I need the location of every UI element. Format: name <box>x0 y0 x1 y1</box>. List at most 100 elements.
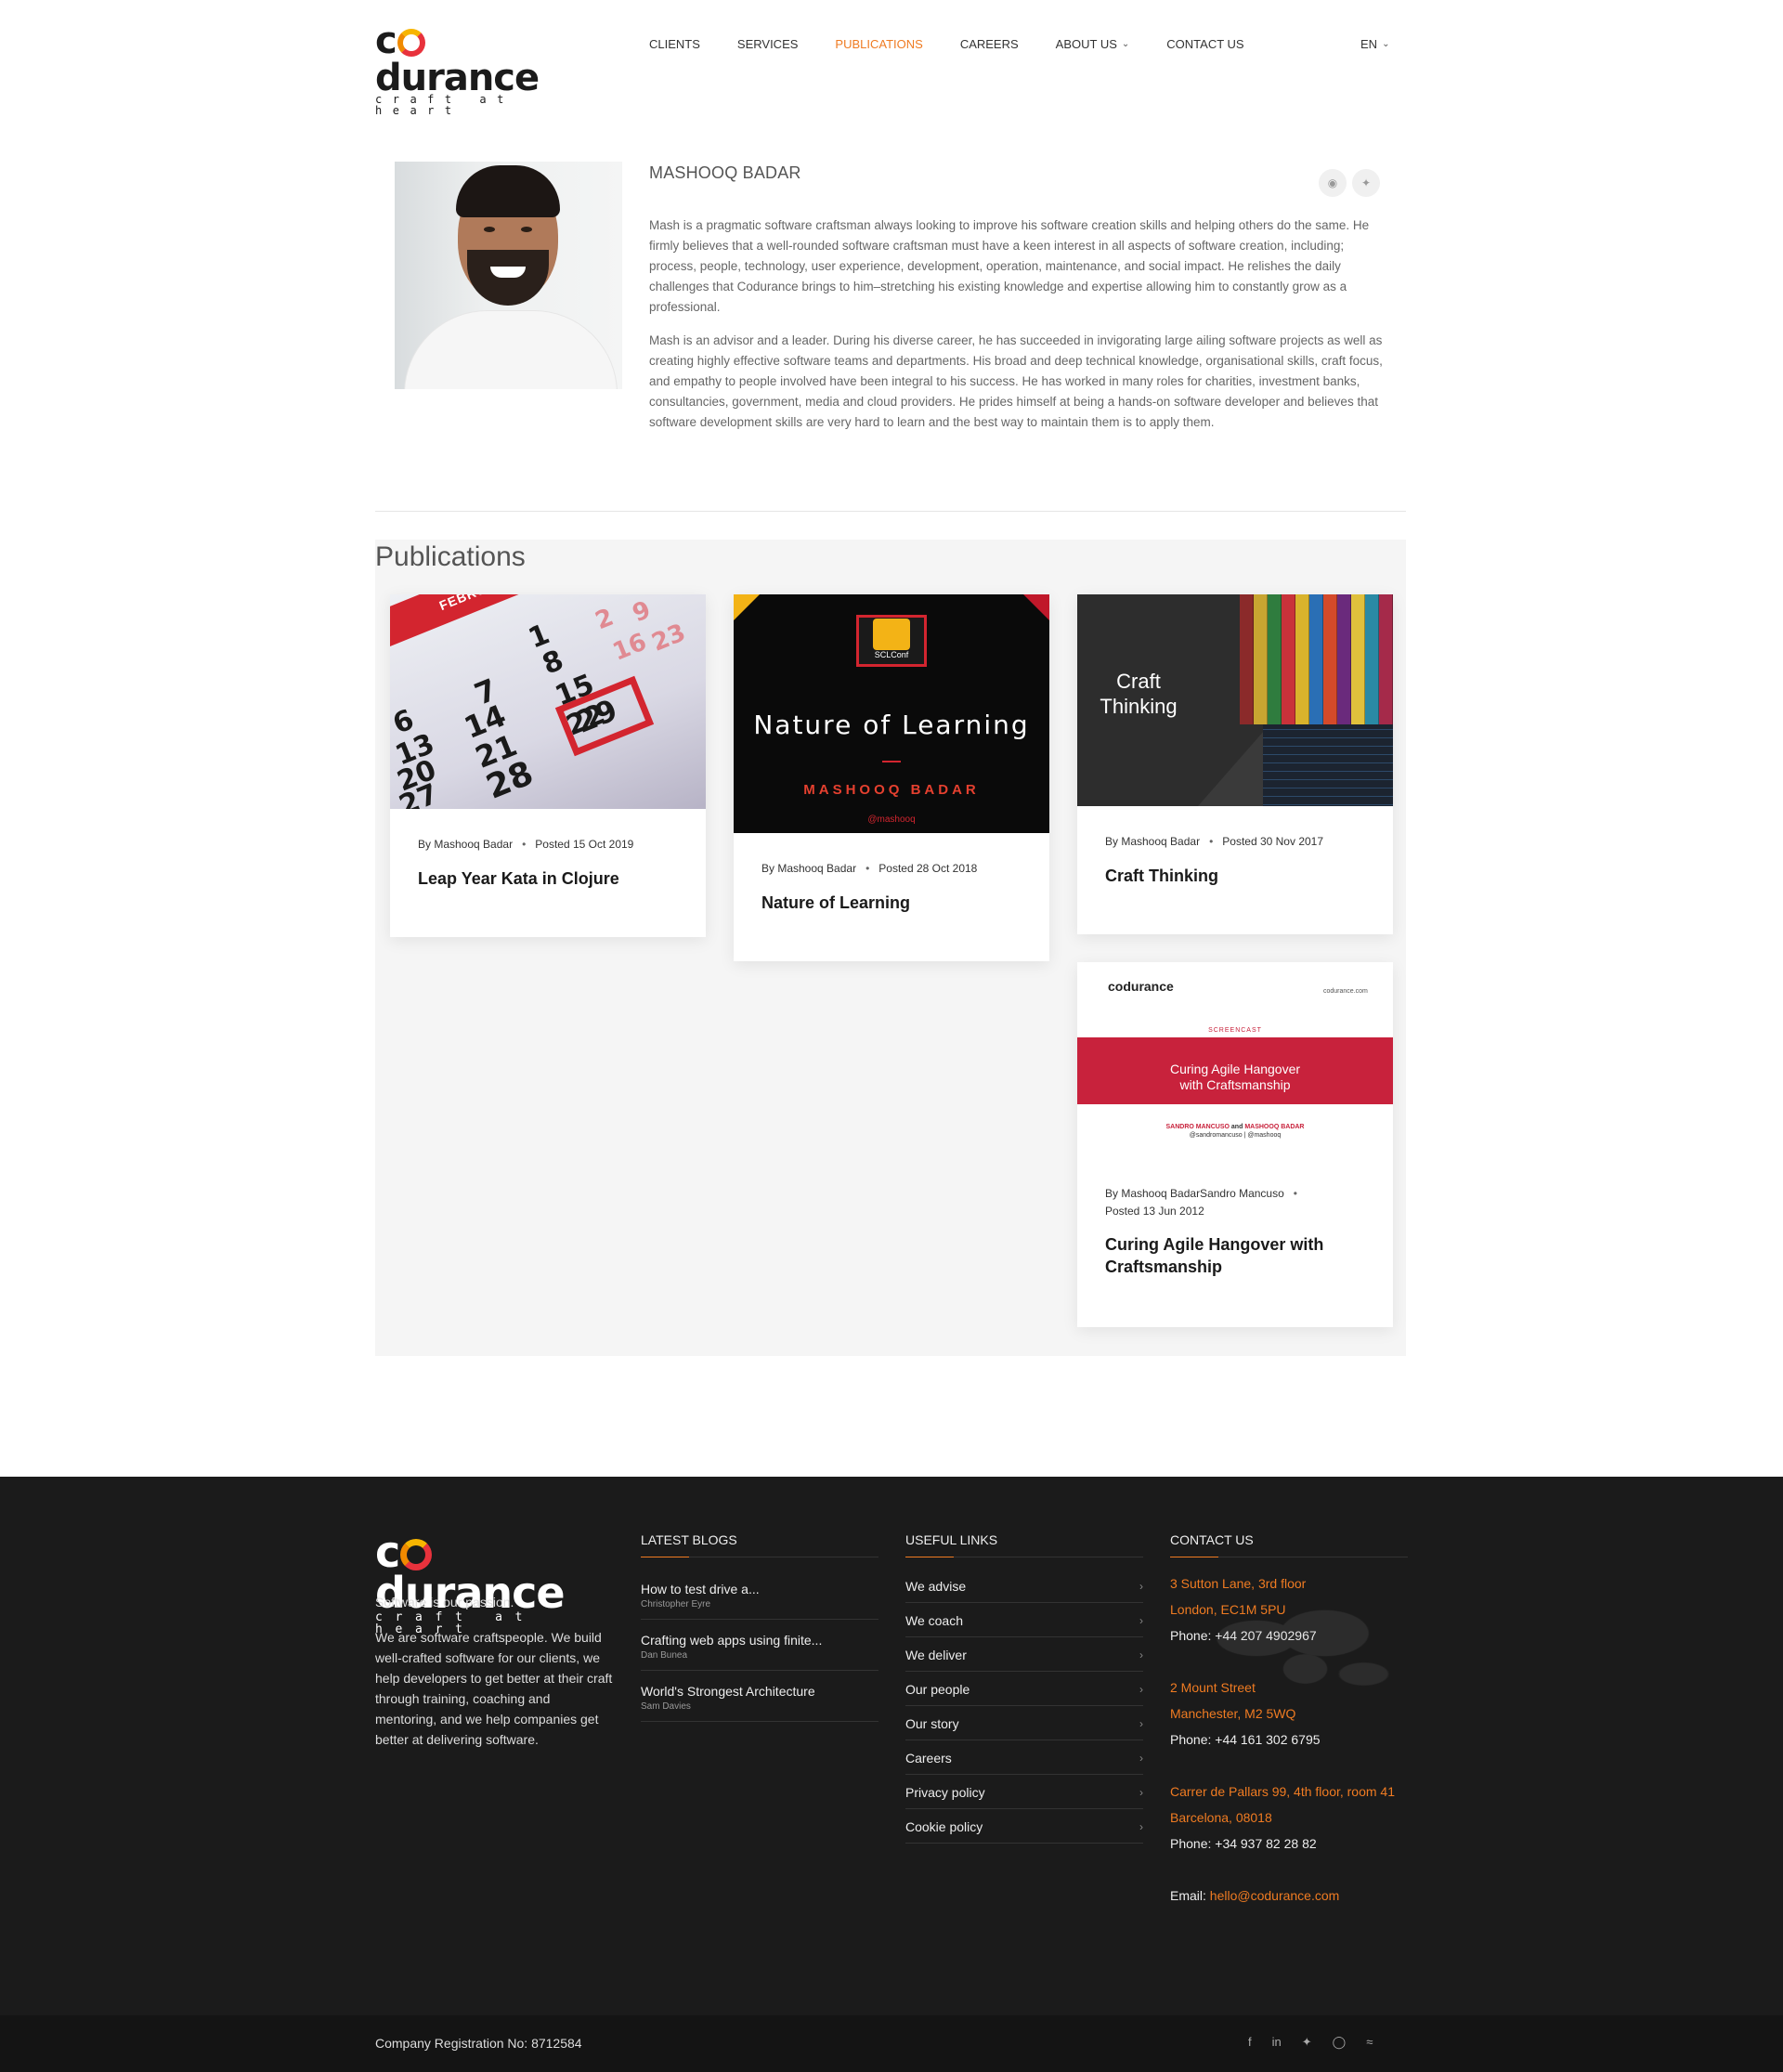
calendar-number: 8 <box>538 644 568 682</box>
contact-us: CONTACT US 3 Sutton Lane, 3rd floor Lond… <box>1170 1532 1408 1909</box>
card-date: Posted 30 Nov 2017 <box>1222 835 1324 848</box>
office-phone: Phone: +34 937 82 28 82 <box>1170 1836 1317 1851</box>
card-author: By Mashooq Badar <box>761 862 857 875</box>
footer-link-privacy-policy[interactable]: Privacy policy › <box>905 1775 1143 1809</box>
twitter-icon[interactable]: ✦ <box>1302 2034 1312 2051</box>
footer-logo[interactable]: cdurance craft at heart <box>375 1531 613 1635</box>
thumb-code-screen <box>1263 724 1393 806</box>
chevron-right-icon: › <box>1139 1580 1143 1593</box>
card-date: Posted 13 Jun 2012 <box>1105 1205 1204 1218</box>
publication-card[interactable]: codurance codurance.com SCREENCAST Curin… <box>1077 962 1393 1327</box>
nav-publications[interactable]: PUBLICATIONS <box>835 35 922 54</box>
blog-item[interactable]: How to test drive a... Christopher Eyre <box>641 1569 878 1620</box>
site-header: cdurance craft at heart CLIENTS SERVICES… <box>0 0 1783 116</box>
thumb-speaker: MASHOOQ BADAR <box>803 782 980 798</box>
blog-title[interactable]: How to test drive a... <box>641 1582 878 1596</box>
thumb-corner-decoration <box>1023 594 1049 620</box>
logo-tagline: craft at heart <box>375 93 514 117</box>
footer-bottom-bar: Company Registration No: 8712584 f in ✦ … <box>0 2015 1783 2072</box>
nav-contact-us[interactable]: CONTACT US <box>1166 35 1243 54</box>
footer-link-we-deliver[interactable]: We deliver › <box>905 1637 1143 1672</box>
twitter-icon[interactable]: ✦ <box>1352 169 1380 197</box>
github-icon[interactable]: ◉ <box>1319 169 1347 197</box>
footer-link-our-people[interactable]: Our people › <box>905 1672 1143 1706</box>
nav-services[interactable]: SERVICES <box>737 35 799 54</box>
bio-paragraph: Mash is a pragmatic software craftsman a… <box>649 218 1370 314</box>
card-title[interactable]: Curing Agile Hangover with Craftsmanship <box>1105 1233 1374 1278</box>
link-label: We advise <box>905 1579 967 1594</box>
footer-link-cookie-policy[interactable]: Cookie policy › <box>905 1809 1143 1844</box>
email-link[interactable]: hello@codurance.com <box>1210 1888 1340 1903</box>
nav-careers[interactable]: CAREERS <box>960 35 1019 54</box>
nav-about-us[interactable]: ABOUT US ⌄ <box>1056 35 1130 54</box>
blog-author: Dan Bunea <box>641 1650 688 1661</box>
contact-email-row: Email: hello@codurance.com <box>1170 1883 1408 1909</box>
site-footer: cdurance craft at heart Software is our … <box>0 1477 1783 2072</box>
conf-badge-icon <box>873 619 910 650</box>
chevron-right-icon: › <box>1139 1648 1143 1662</box>
card-author: By Mashooq BadarSandro Mancuso <box>1105 1187 1284 1200</box>
blog-author: Sam Davies <box>641 1701 691 1712</box>
calendar-number: 23 <box>647 619 690 658</box>
blog-item[interactable]: World's Strongest Architecture Sam Davie… <box>641 1671 878 1722</box>
meta-separator: • <box>1293 1187 1297 1200</box>
publication-card[interactable]: SCLConf Nature of Learning MASHOOQ BADAR… <box>734 594 1049 961</box>
codurance-logo[interactable]: cdurance craft at heart <box>375 22 585 116</box>
link-label: We coach <box>905 1613 963 1628</box>
thumb-books <box>1240 594 1393 724</box>
photo-eye <box>484 227 495 232</box>
footer-link-we-coach[interactable]: We coach › <box>905 1603 1143 1637</box>
card-meta: By Mashooq Badar • Posted 30 Nov 2017 <box>1105 833 1323 851</box>
footer-link-we-advise[interactable]: We advise › <box>905 1569 1143 1603</box>
publication-card[interactable]: Craft Thinking By Mashooq Badar • Posted 3… <box>1077 594 1393 934</box>
card-title[interactable]: Craft Thinking <box>1105 865 1374 887</box>
link-label: We deliver <box>905 1648 967 1662</box>
thumb-headline-bar: Curing Agile Hangover with Craftsmanship <box>1077 1037 1393 1104</box>
card-meta: By Mashooq Badar • Posted 28 Oct 2018 <box>761 860 977 878</box>
thumb-author: SANDRO MANCUSO <box>1165 1124 1230 1130</box>
language-selector[interactable]: EN ⌄ <box>1360 35 1389 54</box>
linkedin-icon[interactable]: in <box>1272 2034 1282 2051</box>
chevron-right-icon: › <box>1139 1614 1143 1627</box>
logo-wordmark: cdurance <box>375 20 540 99</box>
photo-smile <box>490 267 526 278</box>
useful-links: USEFUL LINKS We advise › We coach › We del… <box>905 1532 1143 1844</box>
rss-icon[interactable]: ≈ <box>1366 2034 1373 2051</box>
logo-ring-icon <box>400 1539 433 1570</box>
footer-tagline: Software is our passion. <box>375 1595 514 1609</box>
meta-separator: • <box>865 862 870 875</box>
calendar-number: 2 <box>592 603 618 636</box>
publication-card[interactable]: FEBRUARY 2 9 16 23 1 8 15 22 29 7 14 21 … <box>390 594 706 937</box>
calendar-number: 9 <box>629 595 656 629</box>
blog-item[interactable]: Crafting web apps using finite... Dan Bu… <box>641 1620 878 1671</box>
latest-blogs-heading: LATEST BLOGS <box>641 1532 878 1557</box>
facebook-icon[interactable]: f <box>1248 2034 1252 2051</box>
contact-heading: CONTACT US <box>1170 1532 1408 1557</box>
blog-title[interactable]: Crafting web apps using finite... <box>641 1633 878 1648</box>
nav-clients[interactable]: CLIENTS <box>649 35 700 54</box>
office-address: Carrer de Pallars 99, 4th floor, room 41 <box>1170 1784 1396 1799</box>
chevron-right-icon: › <box>1139 1752 1143 1765</box>
thumb-author-join: and <box>1229 1124 1245 1130</box>
profile-socials: ◉ ✦ <box>1319 169 1380 197</box>
card-thumbnail: Craft Thinking <box>1077 594 1393 806</box>
thumb-authors: SANDRO MANCUSO and MASHOOQ BADAR <box>1077 1124 1393 1130</box>
link-label: Our people <box>905 1682 970 1697</box>
thumb-rule <box>882 761 901 762</box>
footer-link-our-story[interactable]: Our story › <box>905 1706 1143 1740</box>
link-label: Our story <box>905 1716 959 1731</box>
footer-link-careers[interactable]: Careers › <box>905 1740 1143 1775</box>
link-label: Privacy policy <box>905 1785 985 1800</box>
card-title[interactable]: Leap Year Kata in Clojure <box>418 867 687 890</box>
photo-shirt <box>404 310 618 389</box>
photo-eye <box>521 227 532 232</box>
thumb-handles: @sandromancuso | @mashooq <box>1189 1132 1282 1139</box>
language-label: EN <box>1360 37 1378 51</box>
card-meta: By Mashooq Badar • Posted 15 Oct 2019 <box>418 836 633 854</box>
instagram-icon[interactable]: ◯ <box>1333 2034 1347 2051</box>
thumb-headline: Curing Agile Hangover with Craftsmanship <box>1169 1062 1301 1092</box>
card-title[interactable]: Nature of Learning <box>761 892 1031 914</box>
blog-title[interactable]: World's Strongest Architecture <box>641 1684 878 1699</box>
card-author: By Mashooq Badar <box>418 838 514 851</box>
link-label: Cookie policy <box>905 1819 983 1834</box>
